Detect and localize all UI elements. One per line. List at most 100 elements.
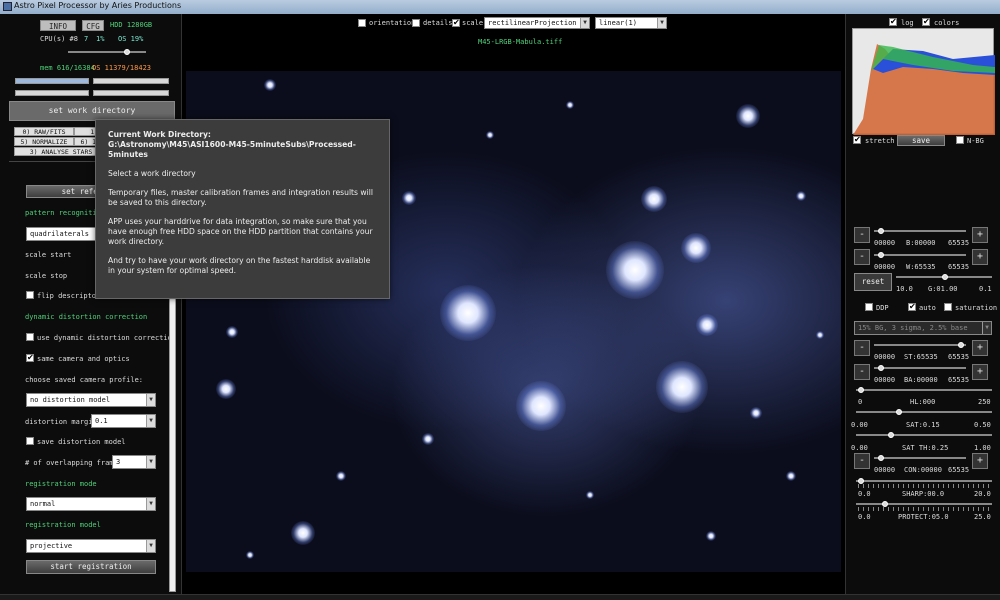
ddp-checkbox[interactable] [865, 303, 873, 311]
b-min: 00000 [874, 239, 896, 247]
distortion-margin-value: 0.1 [95, 417, 108, 425]
stretch-checkbox[interactable] [853, 135, 861, 144]
star [586, 491, 594, 499]
st-plus-button[interactable]: + [972, 340, 988, 356]
star [402, 191, 416, 205]
g-slider[interactable] [896, 274, 992, 280]
star [216, 379, 236, 399]
st-slider-knob[interactable] [958, 342, 964, 348]
st-slider[interactable] [874, 342, 966, 348]
distortion-margin-select[interactable]: 0.1 ▼ [91, 414, 156, 428]
star [336, 471, 346, 481]
chevron-down-icon: ▼ [982, 322, 991, 334]
info-button[interactable]: INFO [40, 20, 76, 31]
os-memory-status: OS 11379/18423 [92, 64, 152, 72]
registration-mode-select[interactable]: normal ▼ [26, 497, 156, 511]
tab-analyse-stars[interactable]: 3) ANALYSE STARS [14, 147, 108, 156]
tooltip-title: Current Work Directory: [108, 130, 211, 139]
title-bar: Astro Pixel Processor by Aries Productio… [0, 0, 1000, 14]
tooltip-paragraph: APP uses your harddrive for data integra… [108, 217, 373, 246]
ba-slider-knob[interactable] [878, 365, 884, 371]
con-minus-button[interactable]: - [854, 453, 870, 469]
stretch-preset-select[interactable]: 15% BG, 3 sigma, 2.5% base ▼ [854, 321, 992, 335]
con-plus-button[interactable]: + [972, 453, 988, 469]
con-slider[interactable] [874, 455, 966, 461]
b-slider[interactable] [874, 228, 966, 234]
star [440, 285, 496, 341]
save-distortion-checkbox[interactable] [26, 437, 34, 445]
use-dynamic-distortion-checkbox[interactable] [26, 333, 34, 341]
star [706, 531, 716, 541]
b-slider-knob[interactable] [878, 228, 884, 234]
camera-profile-select[interactable]: no distortion model ▼ [26, 393, 156, 407]
b-minus-button[interactable]: - [854, 227, 870, 243]
save-button[interactable]: save [897, 135, 945, 146]
registration-model-select[interactable]: projective ▼ [26, 539, 156, 553]
scale-start-label: scale start [25, 251, 72, 259]
left-panel: INFO CFG HDD 1280GB CPU(s) #8 7 1% OS 19… [0, 14, 182, 600]
save-distortion-label: save distortion model [37, 438, 126, 446]
colors-checkbox[interactable] [922, 17, 930, 26]
orientation-checkbox[interactable] [358, 19, 366, 27]
log-label: log [901, 19, 914, 27]
progress-bar-2 [93, 78, 169, 84]
hl-min: 0 [858, 398, 863, 406]
sat-th-slider-knob[interactable] [888, 432, 894, 438]
hl-slider-knob[interactable] [858, 387, 864, 393]
con-slider-knob[interactable] [878, 455, 884, 461]
w-plus-button[interactable]: + [972, 249, 988, 265]
same-camera-checkbox[interactable] [26, 353, 34, 362]
g-slider-knob[interactable] [942, 274, 948, 280]
tab-raw-fits[interactable]: 0) RAW/FITS [14, 127, 74, 136]
start-registration-button[interactable]: start registration [26, 560, 156, 574]
flip-descriptors-checkbox[interactable] [26, 291, 34, 299]
nbg-checkbox[interactable] [956, 136, 964, 144]
b-value: B:00000 [906, 239, 936, 247]
ba-slider[interactable] [874, 365, 966, 371]
con-min: 00000 [874, 466, 896, 474]
chevron-down-icon: ▼ [146, 394, 155, 406]
cpu-label: CPU(s) #8 [40, 35, 78, 43]
ba-plus-button[interactable]: + [972, 364, 988, 380]
b-plus-button[interactable]: + [972, 227, 988, 243]
tab-normalize[interactable]: 5) NORMALIZE [14, 137, 74, 146]
cpu-count: 7 [84, 35, 89, 43]
star [246, 551, 254, 559]
star [696, 314, 718, 336]
ba-minus-button[interactable]: - [854, 364, 870, 380]
set-work-directory-button[interactable]: set work directory [9, 101, 175, 121]
log-checkbox[interactable] [889, 17, 897, 26]
sharp-slider[interactable] [856, 478, 992, 484]
st-minus-button[interactable]: - [854, 340, 870, 356]
stretch-preset-value: 15% BG, 3 sigma, 2.5% base [858, 324, 968, 332]
cpu-slider-knob[interactable] [124, 49, 130, 55]
projection-select[interactable]: rectilinearProjection ▼ [484, 17, 590, 29]
w-slider[interactable] [874, 252, 966, 258]
reset-button[interactable]: reset [854, 273, 892, 291]
w-slider-knob[interactable] [878, 252, 884, 258]
sat-th-slider[interactable] [856, 432, 992, 438]
overlapping-frames-select[interactable]: 3 ▼ [112, 455, 156, 469]
registration-model-label: registration model [25, 521, 101, 529]
hl-slider[interactable] [856, 387, 992, 393]
progress-bar-1 [15, 78, 89, 84]
details-checkbox[interactable] [412, 19, 420, 27]
star [291, 521, 315, 545]
star [656, 361, 708, 413]
scale-label: scale [462, 19, 484, 27]
ba-min: 00000 [874, 376, 896, 384]
auto-checkbox[interactable] [908, 302, 916, 311]
scale-checkbox[interactable] [452, 18, 460, 27]
histogram [852, 28, 995, 135]
w-minus-button[interactable]: - [854, 249, 870, 265]
projection-value: rectilinearProjection [488, 19, 577, 27]
os-cpu-usage: OS 19% [118, 35, 144, 43]
saturation-checkbox[interactable] [944, 303, 952, 311]
cfg-button[interactable]: CFG [82, 20, 104, 31]
stretch-mode-select[interactable]: linear(1) ▼ [595, 17, 667, 29]
protect-slider[interactable] [856, 501, 992, 507]
cpu-slider[interactable] [68, 49, 146, 55]
details-label: details [423, 19, 453, 27]
sat-slider[interactable] [856, 409, 992, 415]
sat-slider-knob[interactable] [896, 409, 902, 415]
